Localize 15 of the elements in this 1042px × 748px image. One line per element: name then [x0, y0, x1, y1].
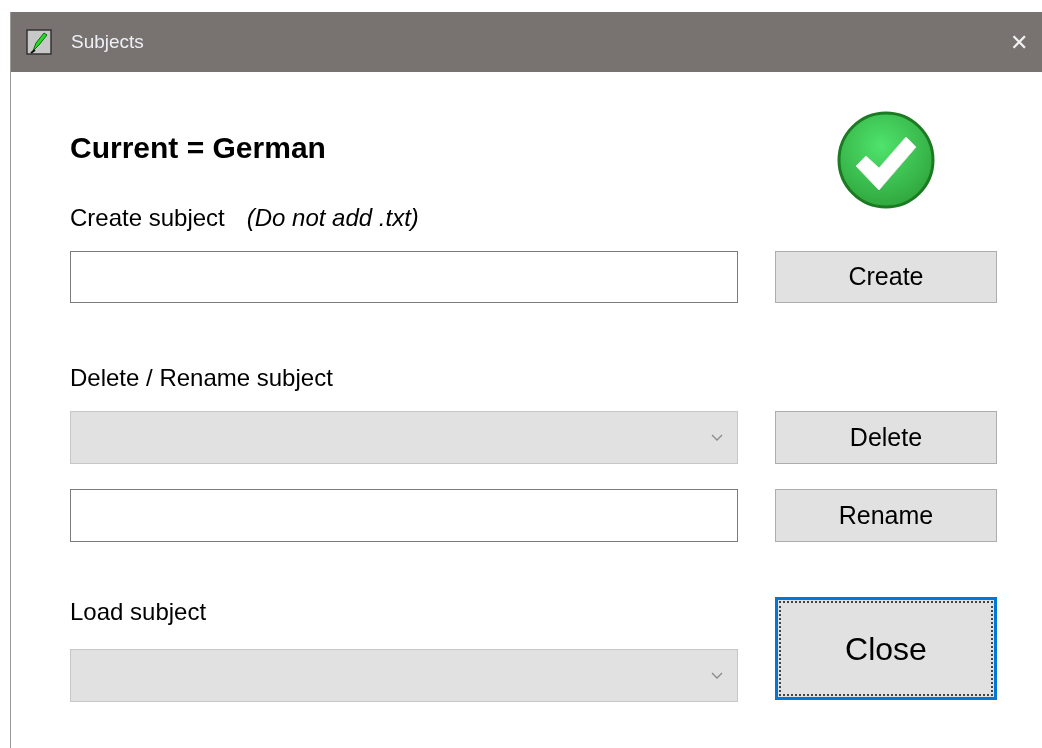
close-button[interactable]: Close — [775, 597, 997, 700]
delete-button[interactable]: Delete — [775, 411, 997, 464]
app-pencil-icon — [26, 29, 52, 55]
window-title: Subjects — [71, 29, 144, 54]
create-subject-hint: (Do not add .txt) — [246, 203, 419, 233]
rename-field[interactable] — [70, 489, 738, 542]
chevron-down-icon — [711, 671, 723, 680]
load-subject-label: Load subject — [70, 597, 208, 627]
create-button[interactable]: Create — [775, 251, 997, 303]
create-subject-field[interactable] — [70, 251, 738, 303]
create-subject-label: Create subject — [70, 203, 225, 233]
current-subject-heading: Current = German — [70, 130, 327, 166]
rename-button[interactable]: Rename — [775, 489, 997, 542]
chevron-down-icon — [711, 433, 723, 442]
delete-rename-label: Delete / Rename subject — [70, 363, 334, 393]
